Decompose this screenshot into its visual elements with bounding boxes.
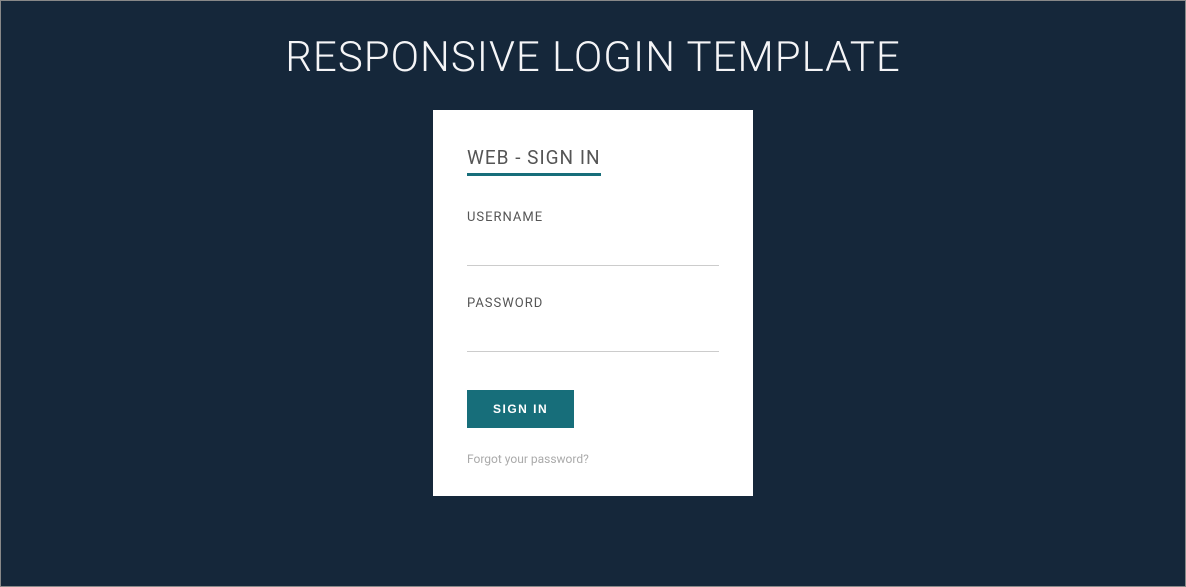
password-field: PASSWORD bbox=[467, 296, 719, 352]
login-card: WEB - SIGN IN USERNAME PASSWORD SIGN IN … bbox=[433, 110, 753, 496]
page-container: RESPONSIVE LOGIN TEMPLATE WEB - SIGN IN … bbox=[1, 1, 1185, 586]
username-input[interactable] bbox=[467, 235, 719, 266]
forgot-password-link[interactable]: Forgot your password? bbox=[467, 452, 719, 466]
username-field: USERNAME bbox=[467, 210, 719, 266]
password-input[interactable] bbox=[467, 321, 719, 352]
page-title: RESPONSIVE LOGIN TEMPLATE bbox=[285, 33, 900, 82]
card-title: WEB - SIGN IN bbox=[467, 146, 601, 176]
actions: SIGN IN Forgot your password? bbox=[467, 390, 719, 466]
username-label: USERNAME bbox=[467, 210, 719, 225]
password-label: PASSWORD bbox=[467, 296, 719, 311]
signin-button[interactable]: SIGN IN bbox=[467, 390, 574, 428]
